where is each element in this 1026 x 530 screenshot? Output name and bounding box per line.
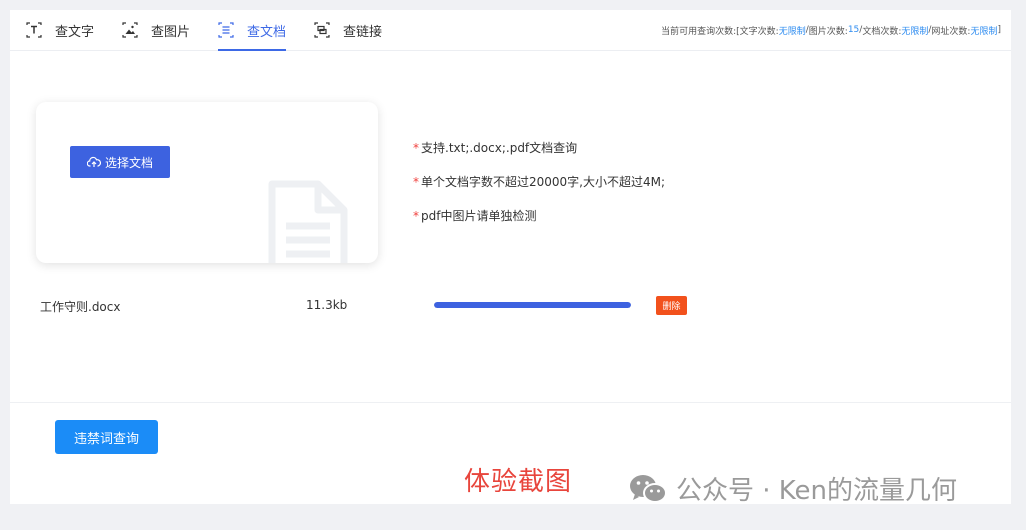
wechat-icon [630, 474, 667, 503]
quota-suffix: ] [997, 25, 1001, 35]
tab-image-label: 查图片 [151, 24, 191, 40]
quota-image-value: 15 [847, 25, 860, 35]
watermark-text: 公众号 · Ken的流量几何 [676, 476, 958, 506]
quota-doc-label: 文档次数: [862, 26, 902, 37]
main-card: 查文字 查图片 查文档 查链接 当前可用查询次数:[ 文字次数: 无限制 / 图片… [10, 10, 1011, 504]
upload-area[interactable]: 选择文档 [36, 102, 378, 263]
quota-text-label: 文字次数: [739, 26, 779, 37]
quota-url-label: 网址次数: [931, 26, 971, 37]
delete-file-button[interactable]: 删除 [656, 296, 687, 315]
requirement-item: * 支持.txt;.docx;.pdf文档查询 [413, 140, 665, 174]
document-icon [218, 22, 234, 38]
tab-text-label: 查文字 [55, 24, 95, 40]
quota-url-value: 无限制 [970, 26, 998, 37]
file-size: 11.3kb [306, 298, 348, 312]
watermark: 公众号 · Ken的流量几何 [628, 470, 957, 507]
file-name: 工作守则.docx [40, 300, 121, 314]
requirement-text: 支持.txt;.docx;.pdf文档查询 [421, 141, 578, 155]
required-star: * [413, 141, 419, 155]
caption: 体验截图 [464, 467, 573, 497]
banned-word-query-button[interactable]: 违禁词查询 [55, 420, 158, 454]
upload-requirements: * 支持.txt;.docx;.pdf文档查询 * 单个文档字数不超过20000字,… [413, 140, 665, 242]
upload-progress-bar [434, 302, 631, 308]
quota-info: 当前可用查询次数:[ 文字次数: 无限制 / 图片次数: 15 / 文档次数: 无限制… [661, 10, 1001, 50]
tab-link[interactable]: 查链接 [314, 10, 382, 50]
quota-prefix: 当前可用查询次数:[ [661, 26, 740, 37]
quota-image-label: 图片次数: [808, 26, 848, 37]
choose-document-label: 选择文档 [104, 155, 153, 170]
document-placeholder-icon [268, 180, 348, 263]
requirement-text: pdf中图片请单独检测 [421, 209, 537, 223]
tab-text[interactable]: 查文字 [26, 10, 94, 50]
tab-link-label: 查链接 [343, 24, 383, 40]
choose-document-button[interactable]: 选择文档 [70, 146, 170, 178]
requirement-text: 单个文档字数不超过20000字,大小不超过4M; [421, 175, 666, 189]
quota-text-value: 无限制 [778, 26, 806, 37]
tab-image[interactable]: 查图片 [122, 10, 190, 50]
tab-bar: 查文字 查图片 查文档 查链接 当前可用查询次数:[ 文字次数: 无限制 / 图片… [10, 10, 1011, 51]
image-icon [122, 22, 138, 38]
text-icon [26, 22, 42, 38]
quota-doc-value: 无限制 [901, 26, 929, 37]
tab-document-label: 查文档 [247, 24, 287, 40]
upload-progress-fill [434, 302, 631, 308]
link-icon [314, 22, 330, 38]
cloud-upload-icon [86, 156, 101, 167]
tab-document[interactable]: 查文档 [218, 10, 287, 51]
requirement-item: * 单个文档字数不超过20000字,大小不超过4M; [413, 174, 665, 208]
divider [10, 402, 1011, 403]
requirement-item: * pdf中图片请单独检测 [413, 208, 665, 242]
required-star: * [413, 175, 419, 189]
required-star: * [413, 209, 419, 223]
